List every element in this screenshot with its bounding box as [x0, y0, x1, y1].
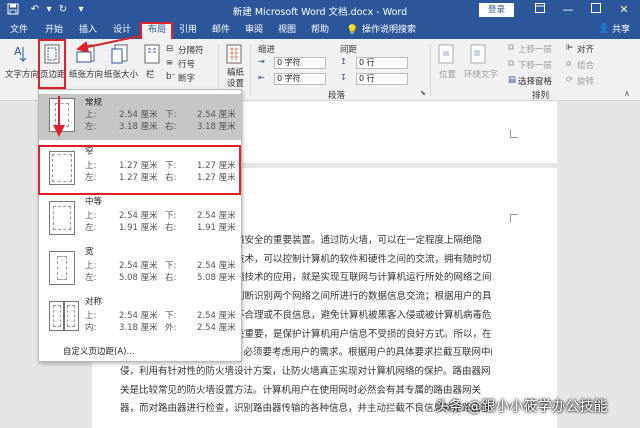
arrow-to-margins	[78, 36, 140, 49]
watermark: 头条 @跟小小筱学办公技能	[435, 396, 607, 416]
annotation-arrows	[0, 0, 640, 428]
